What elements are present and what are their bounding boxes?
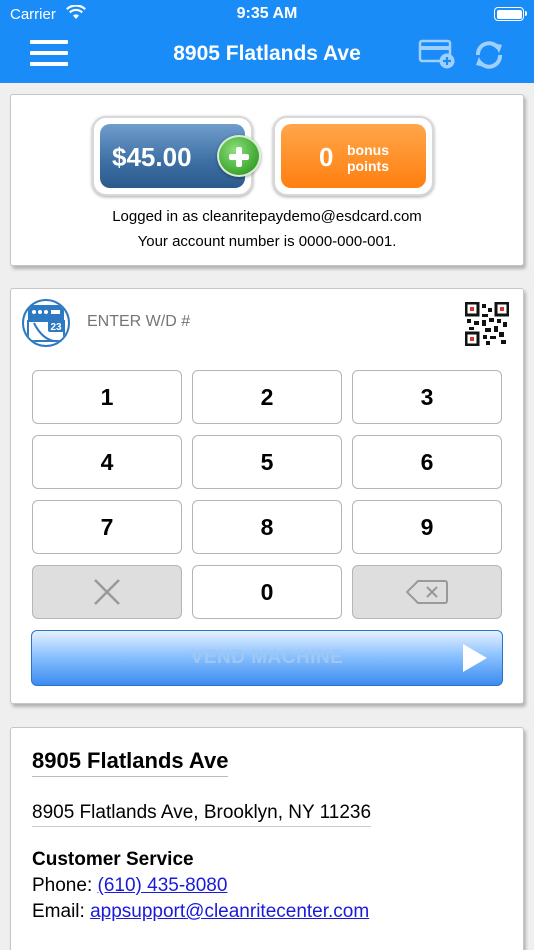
key-2[interactable]: 2: [192, 370, 342, 424]
phone-link[interactable]: (610) 435-8080: [98, 875, 228, 896]
email-link[interactable]: appsupport@cleanritecenter.com: [90, 901, 369, 922]
location-panel: 8905 Flatlands Ave 8905 Flatlands Ave, B…: [10, 727, 524, 950]
location-address[interactable]: 8905 Flatlands Ave, Brooklyn, NY 11236: [32, 802, 372, 827]
email-line: Email: appsupport@cleanritecenter.com: [32, 901, 369, 923]
battery-icon: [494, 7, 527, 21]
logged-in-text: Logged in as cleanritepaydemo@esdcard.co…: [112, 208, 422, 225]
customer-service-heading: Customer Service: [32, 849, 194, 870]
add-card-icon[interactable]: [418, 38, 456, 70]
key-5[interactable]: 5: [192, 435, 342, 489]
keypad-panel: 23 1 2 3 4 5 6 7 8 9 0: [10, 288, 524, 704]
key-4[interactable]: 4: [32, 435, 182, 489]
backspace-icon: [406, 580, 448, 604]
wd-number-input[interactable]: [87, 313, 387, 331]
location-title: 8905 Flatlands Ave: [32, 748, 229, 777]
key-3[interactable]: 3: [352, 370, 502, 424]
qr-code-icon[interactable]: [464, 301, 510, 347]
refresh-icon[interactable]: [472, 38, 506, 72]
top-bar: Carrier 9:35 AM 8905 Flatlands Ave: [0, 0, 534, 83]
clear-icon: [94, 579, 120, 605]
vend-label: VEND MACHINE: [190, 647, 344, 668]
bonus-points-card[interactable]: 0 bonus points: [273, 116, 434, 196]
bonus-points-value: 0: [319, 142, 334, 172]
svg-text:23: 23: [50, 322, 62, 333]
play-icon: [463, 644, 487, 672]
vend-machine-button[interactable]: VEND MACHINE: [31, 630, 503, 686]
key-9[interactable]: 9: [352, 500, 502, 554]
email-label: Email:: [32, 901, 85, 922]
status-time: 9:35 AM: [236, 5, 298, 22]
key-1[interactable]: 1: [32, 370, 182, 424]
washer-icon[interactable]: 23: [22, 299, 70, 347]
clear-button[interactable]: [32, 565, 182, 619]
points-label: points: [347, 158, 389, 174]
key-0[interactable]: 0: [192, 565, 342, 619]
bonus-label: bonus: [347, 142, 389, 158]
phone-line: Phone: (610) 435-8080: [32, 875, 227, 897]
status-bar: Carrier 9:35 AM: [0, 0, 534, 28]
key-8[interactable]: 8: [192, 500, 342, 554]
backspace-button[interactable]: [352, 565, 502, 619]
account-panel: $45.00 0 bonus points Logged in as clean…: [10, 94, 524, 266]
account-number-text: Your account number is 0000-000-001.: [137, 233, 397, 250]
key-7[interactable]: 7: [32, 500, 182, 554]
phone-label: Phone:: [32, 875, 93, 896]
key-6[interactable]: 6: [352, 435, 502, 489]
plus-icon[interactable]: [217, 135, 261, 177]
